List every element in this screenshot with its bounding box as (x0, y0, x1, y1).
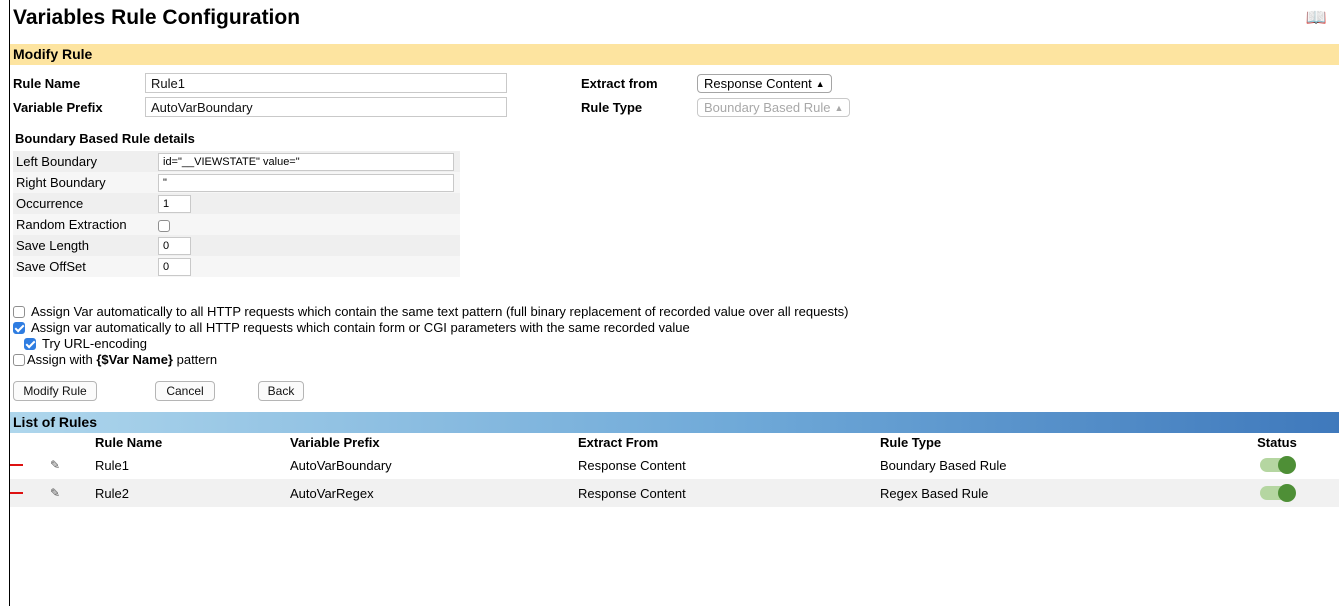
row-rule-type: Regex Based Rule (880, 485, 989, 501)
col-rule-name: Rule Name (95, 434, 163, 450)
book-icon[interactable]: 📖 (1306, 8, 1327, 28)
variable-prefix-input[interactable] (145, 97, 507, 117)
save-length-label: Save Length (13, 235, 158, 256)
row-rule-type: Boundary Based Rule (880, 457, 1007, 473)
modify-rule-header: Modify Rule (10, 44, 1339, 65)
variable-prefix-row: Variable Prefix (13, 97, 507, 117)
edit-icon[interactable]: ✎ (50, 458, 60, 472)
left-boundary-row: Left Boundary (13, 151, 460, 172)
rule-type-value: Boundary Based Rule (704, 100, 831, 115)
option-text-pattern: Assign Var automatically to all HTTP req… (13, 304, 848, 319)
right-boundary-input[interactable] (158, 173, 454, 192)
edit-icon[interactable]: ✎ (50, 486, 60, 500)
cancel-button[interactable]: Cancel (155, 381, 215, 401)
row-rule-name: Rule2 (95, 485, 129, 501)
row-variable-prefix: AutoVarRegex (290, 485, 374, 501)
assign-with-checkbox[interactable] (13, 353, 25, 366)
select-arrows-icon: ▲︎ (815, 78, 825, 89)
extract-from-row: Extract from Response Content ▲︎ (581, 74, 832, 93)
random-extraction-row: Random Extraction (13, 214, 460, 235)
col-variable-prefix: Variable Prefix (290, 434, 380, 450)
occurrence-input[interactable] (158, 194, 191, 213)
table-row: ✎ Rule1 AutoVarBoundary Response Content… (10, 451, 1339, 479)
option-form-params: Assign var automatically to all HTTP req… (13, 320, 690, 335)
col-status: Status (1257, 434, 1297, 450)
variable-prefix-label: Variable Prefix (13, 99, 103, 115)
modify-rule-button[interactable]: Modify Rule (13, 381, 97, 401)
rule-name-input[interactable] (145, 73, 507, 93)
option-assign-with: Assign with {$Var Name} pattern (13, 352, 217, 367)
back-button[interactable]: Back (258, 381, 304, 401)
text-pattern-checkbox[interactable] (13, 305, 25, 318)
status-toggle[interactable] (1260, 456, 1296, 474)
main-frame: Variables Rule Configuration 📖 Modify Ru… (9, 0, 1339, 606)
row-marker (10, 451, 50, 479)
rule-type-label: Rule Type (581, 100, 643, 115)
random-extraction-label: Random Extraction (13, 214, 158, 235)
assign-with-suffix: pattern (173, 352, 218, 367)
row-marker (10, 479, 50, 507)
extract-from-label: Extract from (581, 76, 658, 91)
occurrence-label: Occurrence (13, 193, 158, 214)
save-length-input[interactable] (158, 236, 191, 255)
save-offset-label: Save OffSet (13, 256, 158, 277)
url-encoding-label: Try URL-encoding (42, 336, 148, 351)
form-params-checkbox[interactable] (13, 321, 25, 334)
option-url-encoding: Try URL-encoding (24, 336, 147, 351)
form-params-label: Assign var automatically to all HTTP req… (31, 320, 690, 335)
assign-with-prefix: Assign with (27, 352, 97, 367)
rule-name-row: Rule Name (13, 73, 507, 93)
select-arrows-icon: ▲︎ (834, 102, 844, 113)
col-rule-type: Rule Type (880, 434, 942, 450)
list-column-headers: Rule Name Variable Prefix Extract From R… (10, 433, 1339, 451)
title-bar: Variables Rule Configuration 📖 (10, 0, 1339, 35)
rule-name-label: Rule Name (13, 75, 81, 91)
right-boundary-label: Right Boundary (13, 172, 158, 193)
row-extract-from: Response Content (578, 485, 686, 501)
random-extraction-checkbox[interactable] (158, 219, 170, 232)
row-rule-name: Rule1 (95, 457, 129, 473)
extract-from-value: Response Content (704, 76, 812, 91)
boundary-details-table: Left Boundary Right Boundary Occurrence … (13, 151, 460, 277)
extract-from-select[interactable]: Response Content ▲︎ (697, 74, 832, 93)
save-offset-input[interactable] (158, 257, 191, 276)
save-length-row: Save Length (13, 235, 460, 256)
save-offset-row: Save OffSet (13, 256, 460, 277)
assign-with-pattern: {$Var Name} (96, 352, 173, 367)
rules-list: List of Rules Rule Name Variable Prefix … (10, 410, 1339, 507)
col-extract-from: Extract From (578, 434, 659, 450)
page-title: Variables Rule Configuration (13, 5, 301, 29)
rule-type-row: Rule Type Boundary Based Rule ▲︎ (581, 98, 851, 117)
left-boundary-input[interactable] (158, 152, 454, 171)
text-pattern-label: Assign Var automatically to all HTTP req… (31, 304, 849, 319)
url-encoding-checkbox[interactable] (24, 337, 36, 350)
table-row: ✎ Rule2 AutoVarRegex Response Content Re… (10, 479, 1339, 507)
status-toggle[interactable] (1260, 484, 1296, 502)
row-extract-from: Response Content (578, 457, 686, 473)
details-title: Boundary Based Rule details (15, 131, 195, 146)
right-boundary-row: Right Boundary (13, 172, 460, 193)
row-variable-prefix: AutoVarBoundary (290, 457, 392, 473)
list-of-rules-header: List of Rules (10, 412, 1339, 433)
left-boundary-label: Left Boundary (13, 151, 158, 172)
rule-type-select: Boundary Based Rule ▲︎ (697, 98, 851, 117)
occurrence-row: Occurrence (13, 193, 460, 214)
